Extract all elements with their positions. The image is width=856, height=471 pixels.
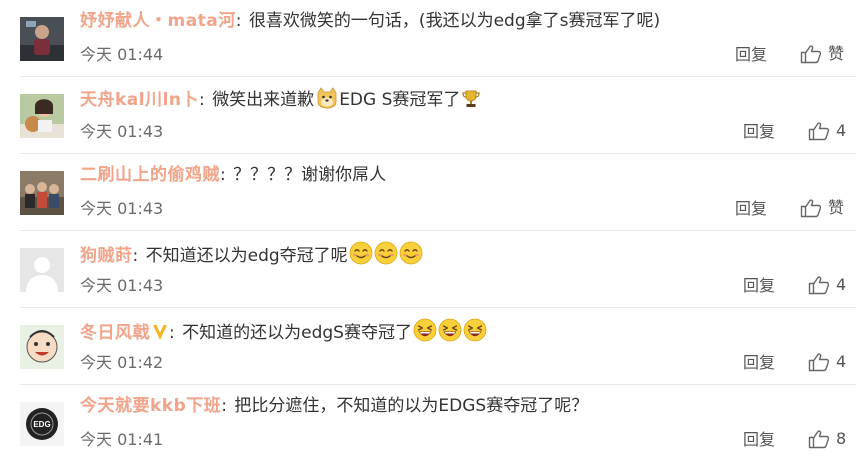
trophy-emoji-icon [461, 89, 481, 115]
reply-button[interactable]: 回复 [735, 45, 767, 65]
timestamp: 今天 01:41 [80, 430, 164, 449]
like-button[interactable]: 4 [808, 121, 846, 141]
avatar[interactable]: EDG [20, 402, 64, 446]
avatar[interactable] [20, 17, 64, 61]
avatar[interactable] [20, 248, 64, 292]
comment-item: EDG 今天就要kkb下班: 把比分遮住，不知道的以为EDGS赛夺冠了呢？ 今天… [0, 385, 856, 471]
comment-text: 不知道的还以为edgS赛夺冠了 [182, 323, 412, 343]
avatar[interactable] [20, 171, 64, 215]
timestamp: 今天 01:43 [80, 276, 164, 295]
like-count: 4 [836, 121, 847, 140]
reply-button[interactable]: 回复 [743, 353, 775, 373]
comment-text: ？？？？谢谢你屌人 [233, 165, 387, 185]
like-count: 4 [836, 275, 847, 294]
colon-separator: : [235, 11, 242, 31]
vip-v-icon [151, 322, 169, 348]
comment-text: 把比分遮住，不知道的以为EDGS赛夺冠了呢？ [234, 396, 589, 416]
laugh-emoji-icon [438, 318, 462, 348]
like-button[interactable]: 赞 [800, 44, 844, 64]
like-button[interactable]: 8 [808, 429, 846, 449]
thumbs-up-icon [808, 429, 830, 449]
like-count: 4 [836, 352, 847, 371]
like-button[interactable]: 赞 [800, 198, 844, 218]
comment-item: 二刷山上的偷鸡贼: ？？？？谢谢你屌人 今天 01:43 回复 赞 [0, 154, 856, 231]
avatar-logo-text: EDG [33, 420, 50, 429]
thumbs-up-icon [808, 352, 830, 372]
username[interactable]: 今天就要kkb下班 [80, 396, 221, 416]
like-label: 赞 [828, 44, 845, 63]
comment-item: 冬日风戟: 不知道的还以为edgS赛夺冠了 今天 01:42 回复 4 [0, 308, 856, 385]
username[interactable]: 冬日风戟 [80, 323, 150, 343]
timestamp: 今天 01:43 [80, 199, 164, 218]
like-button[interactable]: 4 [808, 275, 846, 295]
thumbs-up-icon [800, 198, 822, 218]
colon-separator: : [220, 165, 226, 185]
timestamp: 今天 01:42 [80, 353, 164, 372]
reply-button[interactable]: 回复 [743, 122, 775, 142]
reply-button[interactable]: 回复 [735, 199, 767, 219]
timestamp: 今天 01:43 [80, 122, 164, 141]
thumbs-up-icon [808, 275, 830, 295]
smile-emoji-icon [349, 241, 373, 271]
username[interactable]: 天舟kal川ln卜 [80, 90, 199, 110]
laugh-emoji-icon [413, 318, 437, 348]
smile-emoji-icon [374, 241, 398, 271]
comment-text: 不知道还以为edg夺冠了呢 [145, 246, 348, 266]
avatar[interactable] [20, 94, 64, 138]
like-button[interactable]: 4 [808, 352, 846, 372]
comment-text: 很喜欢微笑的一句话，(我还以为edg拿了s赛冠军了呢) [248, 11, 661, 31]
timestamp: 今天 01:44 [80, 45, 164, 64]
avatar[interactable] [20, 325, 64, 369]
username[interactable]: 妤妤献人・mata河 [80, 11, 236, 31]
like-label: 赞 [828, 198, 845, 217]
colon-separator: : [221, 396, 228, 416]
username[interactable]: 狗贼莳 [80, 246, 133, 266]
comment-item: 天舟kal川ln卜: 微笑出来道歉 EDG S赛冠军了 今天 01:43 回复 4 [0, 77, 856, 154]
thumbs-up-icon [808, 121, 830, 141]
like-count: 8 [836, 429, 847, 448]
laugh-emoji-icon [463, 318, 487, 348]
reply-button[interactable]: 回复 [743, 276, 775, 296]
colon-separator: : [132, 246, 139, 266]
comment-item: 妤妤献人・mata河: 很喜欢微笑的一句话，(我还以为edg拿了s赛冠军了呢) … [0, 0, 856, 77]
reply-button[interactable]: 回复 [743, 430, 775, 450]
thumbs-up-icon [800, 44, 822, 64]
doge-emoji-icon [315, 87, 339, 115]
smile-emoji-icon [399, 241, 423, 271]
comment-text-continued: EDG S赛冠军了 [339, 90, 461, 110]
username[interactable]: 二刷山上的偷鸡贼 [80, 165, 220, 185]
comment-text: 微笑出来道歉 [212, 90, 315, 110]
colon-separator: : [199, 90, 205, 110]
comment-item: 狗贼莳: 不知道还以为edg夺冠了呢 今天 01:43 回复 4 [0, 231, 856, 308]
colon-separator: : [169, 323, 175, 343]
